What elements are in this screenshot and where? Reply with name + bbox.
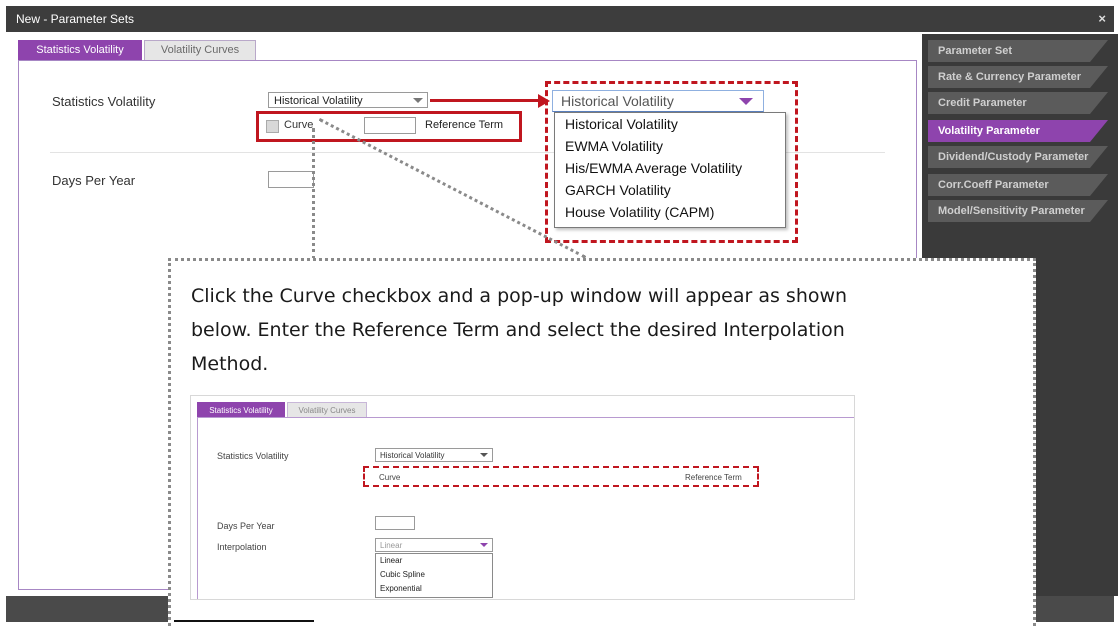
chevron-down-icon (739, 98, 753, 105)
mini-statistics-volatility-select: Historical Volatility (375, 448, 493, 462)
dotted-connector-vertical (312, 128, 315, 260)
statistics-volatility-select[interactable]: Historical Volatility (268, 92, 428, 108)
sidebar-item-corr-coeff[interactable]: Corr.Coeff Parameter (928, 174, 1108, 196)
callout-line-3: Method. (191, 353, 269, 375)
sidebar-item-dividend-custody[interactable]: Dividend/Custody Parameter (928, 146, 1108, 168)
screen: New - Parameter Sets × Statistics Volati… (0, 0, 1118, 626)
window-title: New - Parameter Sets (16, 12, 135, 26)
mini-option-cubic-spline: Cubic Spline (380, 570, 425, 579)
sidebar-item-volatility[interactable]: Volatility Parameter (928, 120, 1108, 142)
tab-statistics-volatility[interactable]: Statistics Volatility (18, 40, 142, 60)
underline-decoration (174, 620, 314, 622)
close-icon[interactable]: × (1098, 6, 1106, 32)
arrow-connector (430, 99, 540, 102)
mini-statistics-volatility-label: Statistics Volatility (217, 451, 289, 461)
curve-row-highlight (256, 111, 522, 142)
callout-line-1: Click the Curve checkbox and a pop-up wi… (191, 285, 848, 307)
zoom-volatility-select[interactable]: Historical Volatility (552, 90, 764, 112)
statistics-volatility-label: Statistics Volatility (52, 94, 156, 109)
sidebar-item-model-sensitivity[interactable]: Model/Sensitivity Parameter (928, 200, 1108, 222)
example-screenshot: Statistics Volatility Volatility Curves … (190, 395, 855, 600)
dropdown-option-his-ewma-average[interactable]: His/EWMA Average Volatility (555, 157, 785, 179)
dropdown-option-house-volatility[interactable]: House Volatility (CAPM) (555, 201, 785, 223)
days-per-year-label: Days Per Year (52, 173, 136, 188)
sidebar-item-parameter-set[interactable]: Parameter Set (928, 40, 1108, 62)
statistics-volatility-select-value: Historical Volatility (274, 95, 363, 107)
mini-curve-highlight (363, 466, 759, 487)
days-per-year-input[interactable] (268, 171, 314, 188)
dropdown-option-garch-volatility[interactable]: GARCH Volatility (555, 179, 785, 201)
mini-select-value: Historical Volatility (380, 451, 445, 460)
mini-interpolation-label: Interpolation (217, 542, 267, 552)
mini-days-per-year-input (375, 516, 415, 530)
mini-option-linear: Linear (380, 556, 403, 565)
chevron-down-icon (413, 98, 423, 103)
callout-text: Click the Curve checkbox and a pop-up wi… (191, 279, 1001, 381)
volatility-dropdown-list: Historical Volatility EWMA Volatility Hi… (554, 112, 786, 228)
window-title-bar: New - Parameter Sets × (6, 6, 1114, 32)
mini-panel (197, 417, 854, 599)
dropdown-option-ewma-volatility[interactable]: EWMA Volatility (555, 135, 785, 157)
callout-line-2: below. Enter the Reference Term and sele… (191, 319, 845, 341)
mini-interpolation-value: Linear (380, 541, 403, 550)
mini-interpolation-dropdown: Linear Cubic Spline Exponential (375, 553, 493, 598)
mini-days-per-year-label: Days Per Year (217, 521, 275, 531)
mini-tab-volatility-curves: Volatility Curves (287, 402, 367, 418)
mini-tab-statistics-volatility: Statistics Volatility (197, 402, 285, 418)
dropdown-option-historical-volatility[interactable]: Historical Volatility (555, 113, 785, 135)
sidebar-item-credit[interactable]: Credit Parameter (928, 92, 1108, 114)
zoom-select-value: Historical Volatility (561, 93, 674, 109)
chevron-down-icon (480, 543, 488, 547)
tab-volatility-curves[interactable]: Volatility Curves (144, 40, 256, 60)
chevron-down-icon (480, 453, 488, 457)
mini-option-exponential: Exponential (380, 584, 422, 593)
mini-interpolation-select: Linear (375, 538, 493, 552)
sidebar-item-rate-currency[interactable]: Rate & Currency Parameter (928, 66, 1108, 88)
